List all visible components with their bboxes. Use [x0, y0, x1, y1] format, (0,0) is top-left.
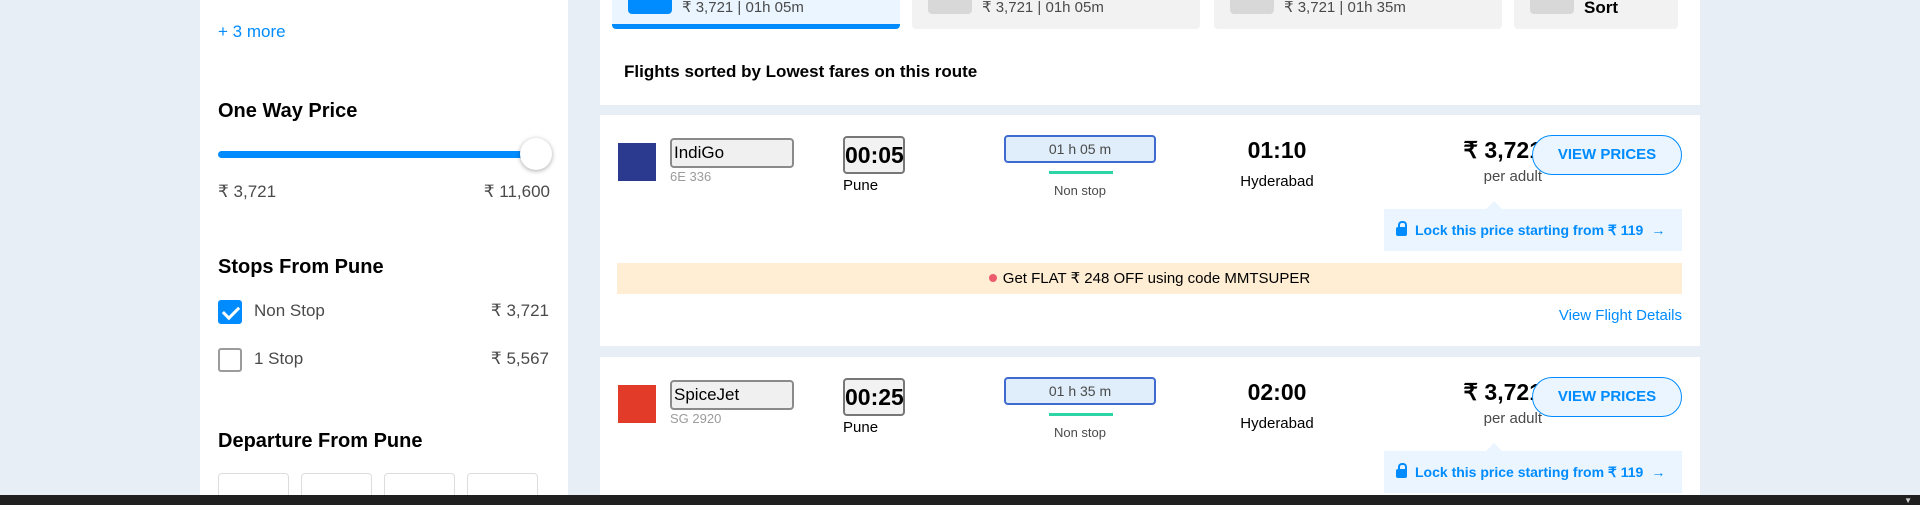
duration-line: [1049, 413, 1113, 416]
duration-line: [1049, 171, 1113, 174]
airline-name: IndiGo: [670, 138, 794, 168]
tab-text: Sort: [1584, 0, 1618, 17]
view-flight-details-link[interactable]: View Flight Details: [1559, 307, 1682, 324]
spicejet-logo-icon: [618, 385, 656, 423]
price-min-label: ₹ 3,721: [218, 182, 277, 201]
tab-fastest[interactable]: ₹ 3,721 | 01h 05m: [912, 0, 1200, 29]
lock-price-banner[interactable]: Lock this price starting from ₹ 119 →: [1384, 201, 1682, 251]
per-adult-label: per adult: [1483, 168, 1542, 185]
price-slider-handle[interactable]: [520, 138, 552, 170]
fastest-icon: [928, 0, 972, 14]
tab-text: ₹ 3,721 | 01h 05m: [982, 0, 1104, 16]
tab-text: ₹ 3,721 | 01h 35m: [1284, 0, 1406, 16]
per-adult-label: per adult: [1483, 410, 1542, 427]
flight-code: 6E 336: [670, 169, 712, 184]
price-slider-track[interactable]: [218, 151, 536, 158]
offer-text: Get FLAT ₹ 248 OFF using code MMTSUPER: [1002, 270, 1311, 287]
more-filters-link[interactable]: + 3 more: [218, 22, 286, 42]
flight-price: ₹ 3,721: [1463, 137, 1542, 163]
stop-filter-nonstop[interactable]: Non Stop ₹ 3,721: [218, 300, 549, 326]
departure-city: Pune: [843, 419, 879, 436]
view-prices-button[interactable]: VIEW PRICES: [1532, 135, 1682, 175]
tab-cheapest[interactable]: ₹ 3,721 | 01h 05m: [612, 0, 900, 29]
tab-recommended[interactable]: ₹ 3,721 | 01h 35m: [1214, 0, 1502, 29]
flight-duration: 01 h 05 m: [1004, 135, 1156, 163]
stops-text: Non stop: [1053, 425, 1107, 440]
flight-price: ₹ 3,721: [1463, 379, 1542, 405]
price-max-label: ₹ 11,600: [483, 182, 550, 201]
view-prices-button[interactable]: VIEW PRICES: [1532, 377, 1682, 417]
one-stop-checkbox[interactable]: [218, 348, 242, 372]
filters-sidebar: + 3 more One Way Price ₹ 3,721 ₹ 11,600 …: [200, 0, 568, 505]
arrow-right-icon: →: [1651, 222, 1666, 238]
sort-heading: Flights sorted by Lowest fares on this r…: [624, 62, 978, 81]
flight-card: SpiceJet SG 2920 00:25 Pune 01 h 35 m No…: [600, 357, 1700, 495]
cheapest-icon: [628, 0, 672, 14]
stop-label: 1 Stop: [254, 349, 304, 368]
offer-dot-icon: [988, 274, 997, 282]
one-way-price-title: One Way Price: [218, 100, 358, 122]
stops-title: Stops From Pune: [218, 256, 384, 278]
indigo-logo-icon: [618, 143, 656, 181]
scroll-down-icon[interactable]: ▼: [1904, 496, 1912, 505]
tab-sort[interactable]: Sort: [1514, 0, 1678, 29]
departure-time: 00:25: [843, 378, 905, 416]
arrival-time: 01:10: [1247, 137, 1307, 163]
sort-icon: [1530, 0, 1574, 14]
arrival-city: Hyderabad: [1240, 415, 1314, 432]
lock-price-text: Lock this price starting from ₹ 119: [1415, 464, 1644, 480]
stop-price: ₹ 3,721: [490, 301, 549, 320]
offer-banner: Get FLAT ₹ 248 OFF using code MMTSUPER: [617, 263, 1682, 294]
flight-duration: 01 h 35 m: [1004, 377, 1156, 405]
recommended-icon: [1230, 0, 1274, 14]
departure-time: 00:05: [843, 136, 905, 174]
stop-filter-1stop[interactable]: 1 Stop ₹ 5,567: [218, 348, 549, 374]
sort-tabs-panel: ₹ 3,721 | 01h 05m ₹ 3,721 | 01h 05m ₹ 3,…: [600, 0, 1700, 105]
flight-card: IndiGo 6E 336 00:05 Pune 01 h 05 m Non s…: [600, 115, 1700, 346]
stop-label: Non Stop: [254, 301, 325, 320]
lock-icon: [1396, 221, 1407, 236]
lock-price-banner[interactable]: Lock this price starting from ₹ 119 →: [1384, 443, 1682, 493]
departure-city: Pune: [843, 177, 879, 194]
horizontal-scrollbar[interactable]: [0, 495, 1920, 505]
arrival-time: 02:00: [1247, 379, 1307, 405]
lock-icon: [1396, 463, 1407, 478]
stops-text: Non stop: [1053, 183, 1107, 198]
nonstop-checkbox[interactable]: [218, 300, 242, 324]
airline-name: SpiceJet: [670, 380, 794, 410]
arrival-city: Hyderabad: [1240, 173, 1314, 190]
tab-text: ₹ 3,721 | 01h 05m: [682, 0, 804, 16]
flight-code: SG 2920: [670, 411, 722, 426]
stop-price: ₹ 5,567: [490, 349, 549, 368]
arrow-right-icon: →: [1651, 464, 1666, 480]
lock-price-text: Lock this price starting from ₹ 119: [1415, 222, 1644, 238]
departure-title: Departure From Pune: [218, 430, 423, 452]
